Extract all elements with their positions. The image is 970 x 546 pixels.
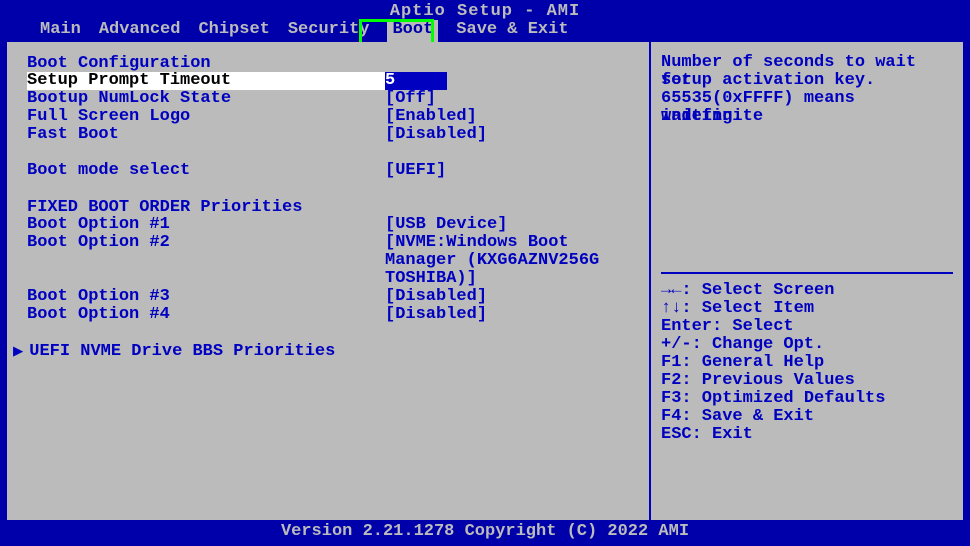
key-select-screen: →←: Select Screen [661,282,953,300]
row-full-screen-logo[interactable]: Full Screen Logo [Enabled] [27,108,639,126]
title-bar: Aptio Setup - AMI [0,0,970,20]
footer-version: Version 2.21.1278 Copyright (C) 2022 AMI [0,520,970,544]
section-fixed-boot-order: FIXED BOOT ORDER Priorities [27,198,639,216]
label-boot-option-1: Boot Option #1 [27,216,385,234]
row-boot-mode-select[interactable]: Boot mode select [UEFI] [27,162,639,180]
help-text: Number of seconds to wait for setup acti… [661,54,953,272]
menu-bar: Main Advanced Chipset Security Boot Save… [0,20,970,42]
row-fast-boot[interactable]: Fast Boot [Disabled] [27,126,639,144]
row-setup-prompt-timeout[interactable]: Setup Prompt Timeout 5 [27,72,639,90]
value-boot-option-2c: TOSHIBA)] [385,270,639,288]
settings-panel: Boot Configuration Setup Prompt Timeout … [7,42,649,520]
submenu-uefi-nvme-bbs[interactable]: ▶ UEFI NVME Drive BBS Priorities [27,342,639,360]
menu-chipset[interactable]: Chipset [198,20,269,42]
label-full-screen-logo: Full Screen Logo [27,108,385,126]
value-bootup-numlock[interactable]: [Off] [385,90,639,108]
help-line-3: 65535(0xFFFF) means indefinite [661,90,953,108]
row-boot-option-2b: Manager (KXG6AZNV256G [27,252,639,270]
menu-boot[interactable]: Boot [387,20,438,42]
label-bootup-numlock: Bootup NumLock State [27,90,385,108]
key-enter: Enter: Select [661,318,953,336]
key-f2: F2: Previous Values [661,372,953,390]
section-boot-config: Boot Configuration [27,54,639,72]
value-boot-option-2[interactable]: [NVME:Windows Boot [385,234,639,252]
triangle-icon: ▶ [13,341,23,362]
main-area: Boot Configuration Setup Prompt Timeout … [0,42,970,520]
row-boot-option-1[interactable]: Boot Option #1 [USB Device] [27,216,639,234]
menu-advanced[interactable]: Advanced [99,20,181,42]
row-boot-option-3[interactable]: Boot Option #3 [Disabled] [27,288,639,306]
menu-main[interactable]: Main [40,20,81,42]
value-boot-option-3[interactable]: [Disabled] [385,288,639,306]
submenu-label: UEFI NVME Drive BBS Priorities [29,342,335,361]
label-setup-prompt-timeout: Setup Prompt Timeout [27,72,385,90]
row-boot-option-4[interactable]: Boot Option #4 [Disabled] [27,306,639,324]
value-boot-mode-select[interactable]: [UEFI] [385,162,639,180]
key-f4: F4: Save & Exit [661,408,953,426]
value-fast-boot[interactable]: [Disabled] [385,126,639,144]
key-legend: →←: Select Screen ↑↓: Select Item Enter:… [661,282,953,510]
value-boot-option-2b: Manager (KXG6AZNV256G [385,252,639,270]
help-line-4: waiting. [661,108,953,126]
menu-save-exit[interactable]: Save & Exit [456,20,568,42]
label-boot-option-3: Boot Option #3 [27,288,385,306]
key-f3: F3: Optimized Defaults [661,390,953,408]
key-esc: ESC: Exit [661,426,953,444]
value-full-screen-logo[interactable]: [Enabled] [385,108,639,126]
key-change-opt: +/-: Change Opt. [661,336,953,354]
help-panel: Number of seconds to wait for setup acti… [649,42,963,520]
bios-screen: Aptio Setup - AMI Main Advanced Chipset … [0,0,970,546]
row-boot-option-2[interactable]: Boot Option #2 [NVME:Windows Boot [27,234,639,252]
value-boot-option-1[interactable]: [USB Device] [385,216,639,234]
row-boot-option-2c: TOSHIBA)] [27,270,639,288]
label-boot-mode-select: Boot mode select [27,162,385,180]
label-boot-option-2: Boot Option #2 [27,234,385,252]
help-line-1: Number of seconds to wait for [661,54,953,72]
value-boot-option-4[interactable]: [Disabled] [385,306,639,324]
menu-security[interactable]: Security [288,20,370,42]
help-line-2: setup activation key. [661,72,953,90]
key-f1: F1: General Help [661,354,953,372]
label-boot-option-4: Boot Option #4 [27,306,385,324]
row-bootup-numlock[interactable]: Bootup NumLock State [Off] [27,90,639,108]
value-setup-prompt-timeout[interactable]: 5 [385,72,447,90]
label-fast-boot: Fast Boot [27,126,385,144]
key-select-item: ↑↓: Select Item [661,300,953,318]
panel-divider [661,272,953,274]
